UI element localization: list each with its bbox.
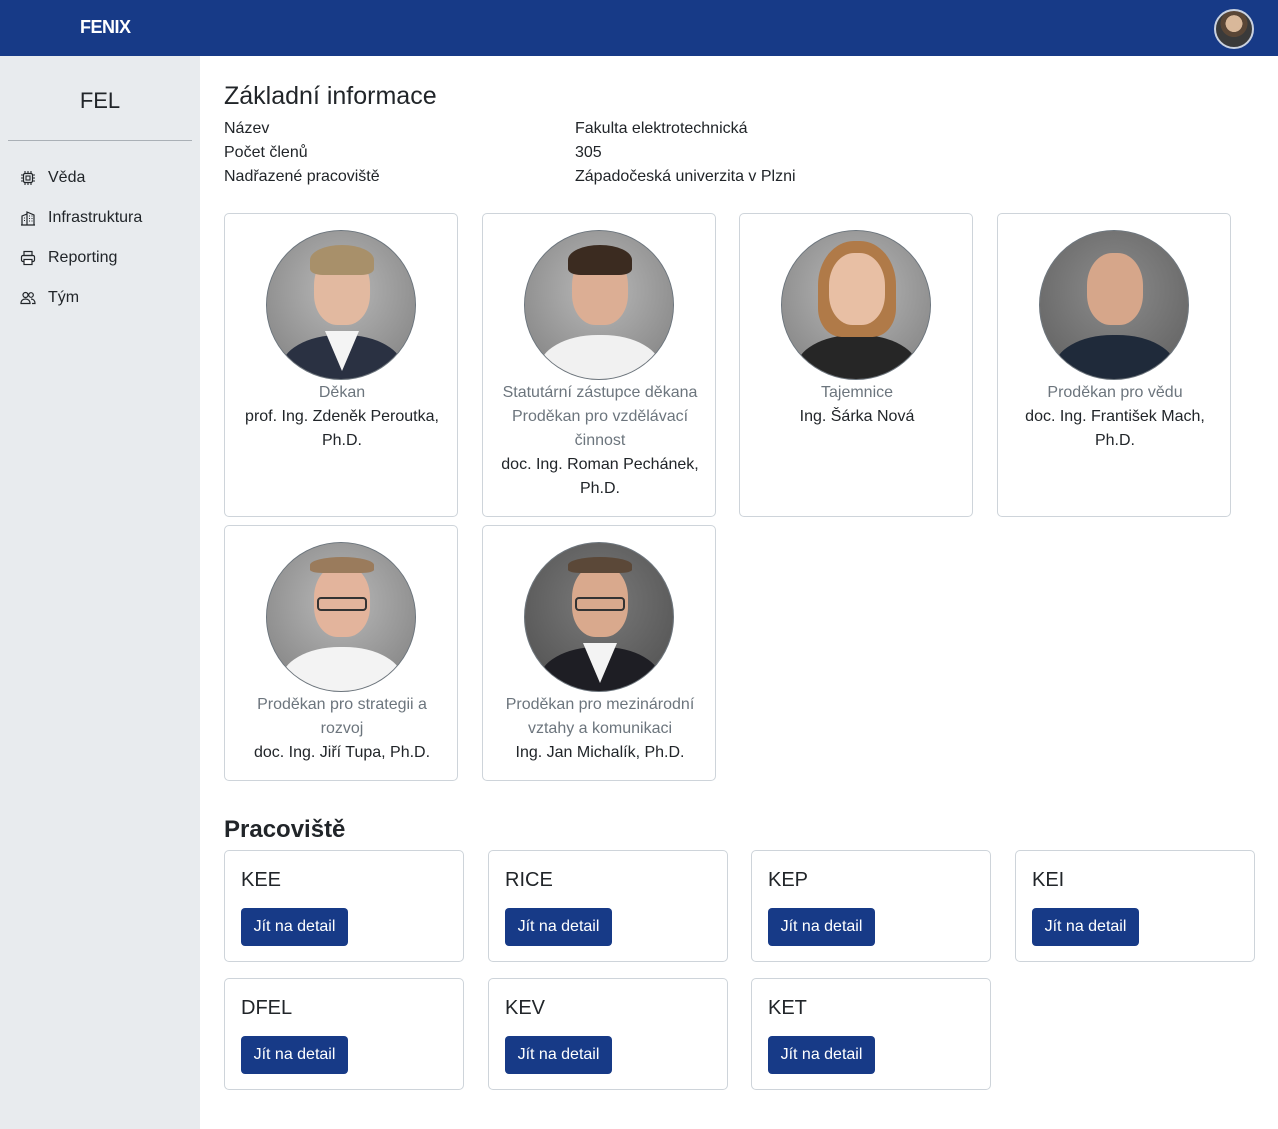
go-to-detail-button[interactable]: Jít na detail xyxy=(505,908,612,946)
go-to-detail-button[interactable]: Jít na detail xyxy=(505,1036,612,1074)
workplace-name: KEV xyxy=(505,997,546,1019)
info-value: Západočeská univerzita v Plzni xyxy=(575,168,796,185)
workplace-name: KEE xyxy=(241,869,282,891)
info-row: Název Fakulta elektrotechnická xyxy=(224,120,924,142)
person-card[interactable]: Děkan prof. Ing. Zdeněk Peroutka, Ph.D. xyxy=(224,213,458,517)
sidebar-item-label: Reporting xyxy=(48,249,118,266)
person-photo xyxy=(524,542,674,692)
workplace-card: KEV Jít na detail xyxy=(488,978,728,1090)
info-value: 305 xyxy=(575,144,602,161)
people-icon xyxy=(20,290,36,306)
person-card[interactable]: Statutární zástupce děkana Proděkan pro … xyxy=(482,213,716,517)
person-role: Tajemnice xyxy=(820,384,894,401)
sidebar-item-veda[interactable]: Věda xyxy=(20,166,85,190)
top-navbar: FENIX xyxy=(0,0,1278,56)
workplace-name: DFEL xyxy=(241,997,293,1019)
workplace-card: KEI Jít na detail xyxy=(1015,850,1255,962)
sidebar-item-label: Věda xyxy=(48,169,86,186)
cpu-icon xyxy=(20,170,36,186)
workplace-name: KEP xyxy=(768,869,809,891)
go-to-detail-button[interactable]: Jít na detail xyxy=(241,908,348,946)
buildings-icon xyxy=(20,210,36,226)
person-name: Ing. Šárka Nová xyxy=(799,408,915,425)
workplace-card: KEP Jít na detail xyxy=(751,850,991,962)
person-photo xyxy=(1039,230,1189,380)
info-row: Počet členů 305 xyxy=(224,144,924,166)
person-card[interactable]: Proděkan pro vědu doc. Ing. František Ma… xyxy=(997,213,1231,517)
person-name: doc. Ing. Jiří Tupa, Ph.D. xyxy=(253,744,431,761)
printer-icon xyxy=(20,250,36,266)
info-row: Nadřazené pracoviště Západočeská univerz… xyxy=(224,168,924,190)
workplace-name: KEI xyxy=(1032,869,1065,891)
person-name: doc. Ing. František Mach, Ph.D. xyxy=(1025,408,1205,449)
sidebar-item-label: Tým xyxy=(48,289,80,306)
info-key: Název xyxy=(224,120,270,137)
person-photo xyxy=(781,230,931,380)
sidebar-item-reporting[interactable]: Reporting xyxy=(20,246,117,270)
person-name: prof. Ing. Zdeněk Peroutka, Ph.D. xyxy=(245,408,439,449)
person-role: Proděkan pro strategii a rozvoj xyxy=(257,696,427,737)
workplace-card: KEE Jít na detail xyxy=(224,850,464,962)
info-key: Počet členů xyxy=(224,144,308,161)
sidebar-item-infrastruktura[interactable]: Infrastruktura xyxy=(20,206,142,230)
workplace-card: KET Jít na detail xyxy=(751,978,991,1090)
go-to-detail-button[interactable]: Jít na detail xyxy=(1032,908,1139,946)
sidebar: FEL Věda Infrastruktura Reporting Tým xyxy=(0,56,200,1129)
person-name: doc. Ing. Roman Pechánek, Ph.D. xyxy=(501,456,699,497)
info-key: Nadřazené pracoviště xyxy=(224,168,380,185)
person-role: Děkan xyxy=(318,384,366,401)
person-card[interactable]: Proděkan pro strategii a rozvoj doc. Ing… xyxy=(224,525,458,781)
person-photo xyxy=(524,230,674,380)
person-photo xyxy=(266,542,416,692)
workplaces-heading: Pracoviště xyxy=(224,816,346,843)
sidebar-item-tym[interactable]: Tým xyxy=(20,286,79,310)
person-photo xyxy=(266,230,416,380)
app-logo[interactable]: FENIX xyxy=(80,17,131,38)
person-role: Proděkan pro vědu xyxy=(1047,384,1183,401)
person-card[interactable]: Proděkan pro mezinárodní vztahy a komuni… xyxy=(482,525,716,781)
go-to-detail-button[interactable]: Jít na detail xyxy=(768,908,875,946)
workplace-name: KET xyxy=(768,997,807,1019)
workplace-card: RICE Jít na detail xyxy=(488,850,728,962)
sidebar-title: FEL xyxy=(79,88,121,113)
workplace-name: RICE xyxy=(505,869,553,891)
sidebar-item-label: Infrastruktura xyxy=(48,209,143,226)
info-value: Fakulta elektrotechnická xyxy=(575,120,748,137)
go-to-detail-button[interactable]: Jít na detail xyxy=(241,1036,348,1074)
person-role: Statutární zástupce děkana Proděkan pro … xyxy=(502,384,698,449)
person-name: Ing. Jan Michalík, Ph.D. xyxy=(515,744,685,761)
user-avatar[interactable] xyxy=(1214,9,1254,49)
person-card[interactable]: Tajemnice Ing. Šárka Nová xyxy=(739,213,973,517)
basic-info-heading: Základní informace xyxy=(224,82,437,110)
sidebar-divider xyxy=(8,140,192,141)
workplace-card: DFEL Jít na detail xyxy=(224,978,464,1090)
person-role: Proděkan pro mezinárodní vztahy a komuni… xyxy=(505,696,695,737)
go-to-detail-button[interactable]: Jít na detail xyxy=(768,1036,875,1074)
